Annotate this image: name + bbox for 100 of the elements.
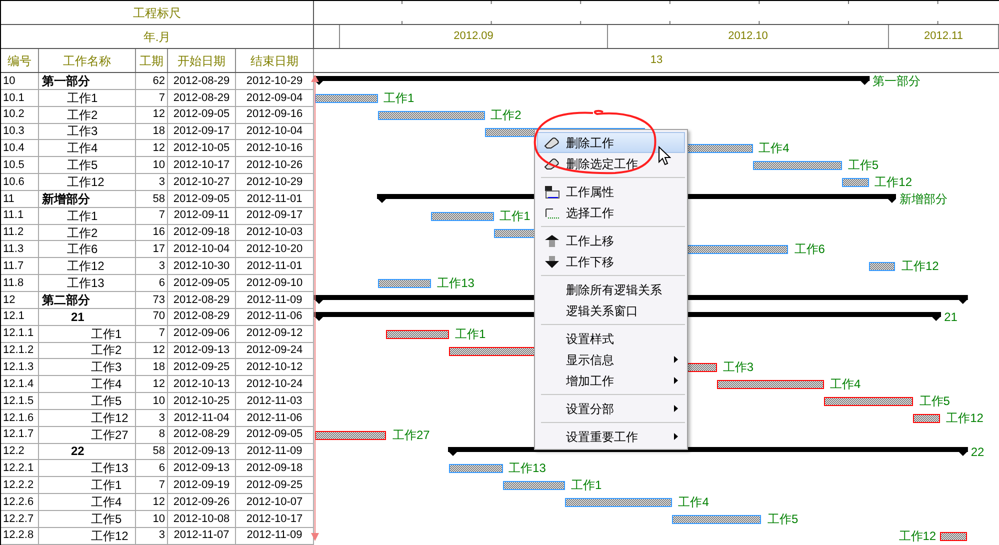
table-cell: 工作3 xyxy=(39,359,136,376)
task-bar[interactable] xyxy=(378,110,485,120)
table-cell: 12.2.8 xyxy=(1,528,39,545)
table-cell: 2012-11-09 xyxy=(236,444,314,460)
bar-label: 工作13 xyxy=(508,460,546,478)
table-cell: 11.1 xyxy=(1,208,39,225)
task-bar[interactable] xyxy=(913,414,940,423)
table-cell: 12.2 xyxy=(1,444,39,460)
menu-item[interactable]: 设置分部 xyxy=(537,398,685,419)
table-cell: 2012-09-26 xyxy=(168,494,236,511)
menu-item[interactable]: 逻辑关系窗口 xyxy=(537,300,685,321)
table-cell: 2012-10-04 xyxy=(168,241,236,258)
task-bar[interactable] xyxy=(672,514,762,524)
table-cell: 10 xyxy=(136,510,168,528)
table-cell: 工作13 xyxy=(39,460,136,478)
table-cell: 2012-08-29 xyxy=(168,308,236,326)
menu-item[interactable]: 工作下移 xyxy=(537,251,685,272)
menu-item[interactable]: 工作属性 xyxy=(537,181,685,202)
table-cell: 2012-09-17 xyxy=(236,208,314,225)
move-down-icon xyxy=(544,254,560,268)
eraser-icon xyxy=(544,136,560,148)
menu-item[interactable]: 显示信息 xyxy=(537,349,685,370)
task-bar[interactable] xyxy=(315,94,378,103)
menu-item[interactable]: 工作上移 xyxy=(537,230,685,251)
table-cell: 工作3 xyxy=(39,124,136,140)
table-cell: 3 xyxy=(136,174,168,191)
table-cell: 12.2.2 xyxy=(1,477,39,494)
table-cell: 2012-09-25 xyxy=(236,477,314,494)
column-header: 编号 xyxy=(1,49,39,72)
table-cell: 2012-10-04 xyxy=(236,124,314,140)
bar-label: 工作3 xyxy=(722,359,754,376)
table-cell: 2012-09-12 xyxy=(236,326,314,342)
table-cell: 2012-11-09 xyxy=(236,292,314,309)
cursor-icon xyxy=(658,146,671,166)
task-bar[interactable] xyxy=(752,161,842,170)
menu-item[interactable]: 设置样式 xyxy=(537,328,685,349)
submenu-arrow-icon xyxy=(674,356,678,363)
eraser-icon xyxy=(544,158,560,170)
table-cell: 2012-10-27 xyxy=(168,174,236,191)
table-cell: 2012-11-04 xyxy=(168,410,236,427)
bar-label: 工作5 xyxy=(768,510,798,528)
task-bar[interactable] xyxy=(386,330,449,339)
table-cell: 12.2.6 xyxy=(1,494,39,511)
submenu-arrow-icon xyxy=(674,433,678,440)
month-header: 2012.10 xyxy=(608,25,889,48)
bar-label: 工作5 xyxy=(919,393,950,410)
table-cell: 2012-10-13 xyxy=(168,376,236,394)
task-bar[interactable] xyxy=(868,262,896,272)
table-cell: 工作4 xyxy=(39,494,136,511)
table-cell: 3 xyxy=(136,410,168,427)
task-bar[interactable] xyxy=(431,212,494,221)
bar-label: 工作1 xyxy=(571,477,602,494)
table-cell: 2012-08-29 xyxy=(168,73,236,90)
table-cell: 7 xyxy=(136,477,168,494)
table-cell: 2012-09-24 xyxy=(236,342,314,360)
table-cell: 工作4 xyxy=(39,140,136,158)
table-cell: 2012-10-17 xyxy=(236,510,314,528)
task-bar[interactable] xyxy=(842,178,869,188)
menu-item[interactable]: 删除工作 xyxy=(537,132,685,153)
table-cell: 2012-10-07 xyxy=(236,494,314,511)
task-bar[interactable] xyxy=(565,498,672,508)
table-cell: 12 xyxy=(136,494,168,511)
table-cell: 11.3 xyxy=(1,241,39,258)
column-header: 工作名称 xyxy=(39,49,136,72)
table-cell: 2012-10-08 xyxy=(168,510,236,528)
menu-item[interactable]: 增加工作 xyxy=(537,370,685,391)
table-cell: 70 xyxy=(136,308,168,326)
menu-item[interactable]: 删除选定工作 xyxy=(537,153,685,174)
column-header: 结束日期 xyxy=(236,49,314,72)
table-cell: 10.3 xyxy=(1,124,39,140)
table-cell: 2012-09-05 xyxy=(168,106,236,124)
task-bar[interactable] xyxy=(502,481,566,490)
table-cell: 18 xyxy=(136,359,168,376)
bar-label: 工作12 xyxy=(901,258,939,276)
task-bar[interactable] xyxy=(448,464,503,474)
table-cell: 2012-10-12 xyxy=(236,359,314,376)
move-up-icon xyxy=(544,234,560,248)
task-bar[interactable] xyxy=(940,532,967,541)
bar-label: 工作4 xyxy=(678,494,709,511)
table-cell: 7 xyxy=(136,90,168,107)
submenu-arrow-icon xyxy=(674,405,678,412)
table-cell: 工作12 xyxy=(39,258,136,276)
column-header: 工期 xyxy=(136,49,168,72)
task-bar[interactable] xyxy=(824,397,914,406)
table-cell: 7 xyxy=(136,326,168,342)
bar-label: 工作1 xyxy=(500,208,530,225)
bar-label: 22 xyxy=(970,444,984,460)
table-cell: 工作6 xyxy=(39,241,136,258)
table-cell: 2012-11-01 xyxy=(236,258,314,276)
task-bar[interactable] xyxy=(716,380,824,390)
table-cell: 2012-10-29 xyxy=(236,174,314,191)
table-cell: 7 xyxy=(136,208,168,225)
table-cell: 12 xyxy=(136,342,168,360)
task-bar[interactable] xyxy=(378,279,432,288)
task-bar[interactable] xyxy=(315,430,386,440)
table-cell: 10.5 xyxy=(1,157,39,174)
menu-item[interactable]: 删除所有逻辑关系 xyxy=(537,279,685,300)
table-cell: 工作1 xyxy=(39,90,136,107)
menu-item[interactable]: 选择工作 xyxy=(537,202,685,223)
menu-item[interactable]: 设置重要工作 xyxy=(537,426,685,447)
